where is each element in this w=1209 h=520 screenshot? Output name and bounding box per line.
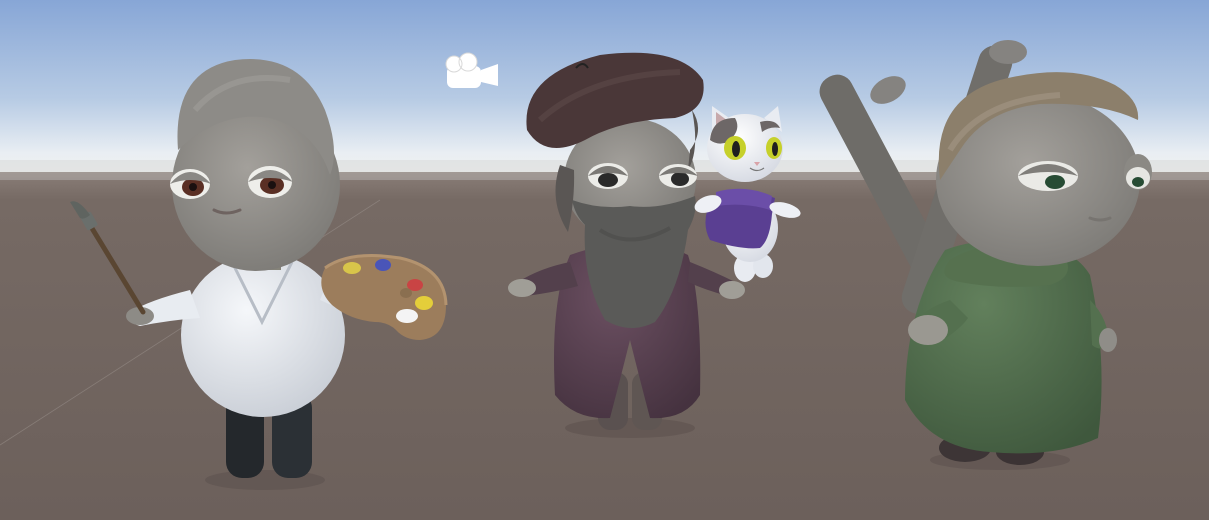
scene-view[interactable]	[0, 0, 1209, 520]
scene-canvas[interactable]	[0, 0, 1209, 520]
painter-shirt	[181, 253, 345, 417]
